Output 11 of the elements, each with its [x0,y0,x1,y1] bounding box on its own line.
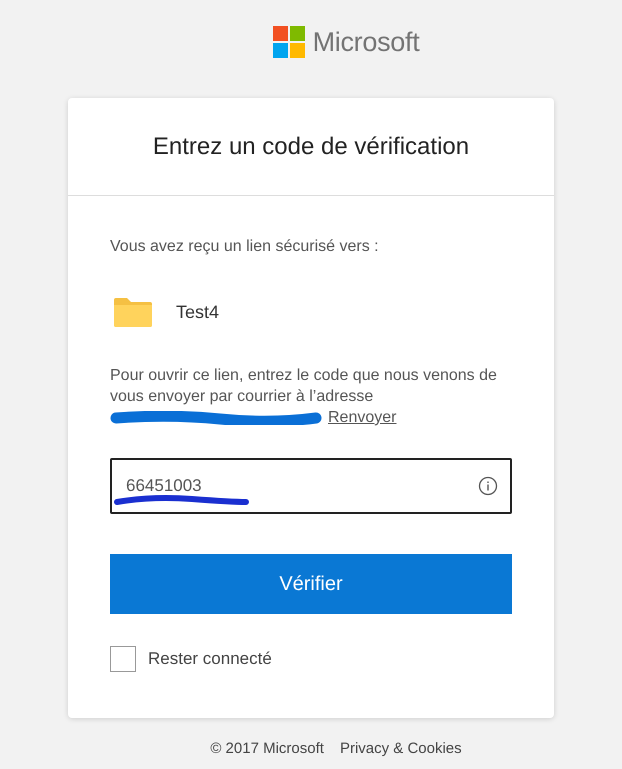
instructions-text: Pour ouvrir ce lien, entrez le code que nous venons de vous envoyer par courrier à l’adresse [110,366,498,407]
intro-text: Vous avez reçu un lien sécurisé vers : [110,237,380,257]
footer-link[interactable]: Privacy & Cookies [340,740,462,757]
copyright-text: © 2017 Microsoft [210,740,324,757]
resend-link[interactable]: Renvoyer [328,407,396,428]
code-field[interactable]: 66451003 [110,458,512,514]
verify-button[interactable]: Vérifier [110,554,512,614]
item-name: Test4 [176,302,220,322]
brand-name: Microsoft [312,26,420,58]
dialog-title: Entrez un code de vérification [152,132,470,160]
remember-label: Rester connecté [148,649,272,669]
